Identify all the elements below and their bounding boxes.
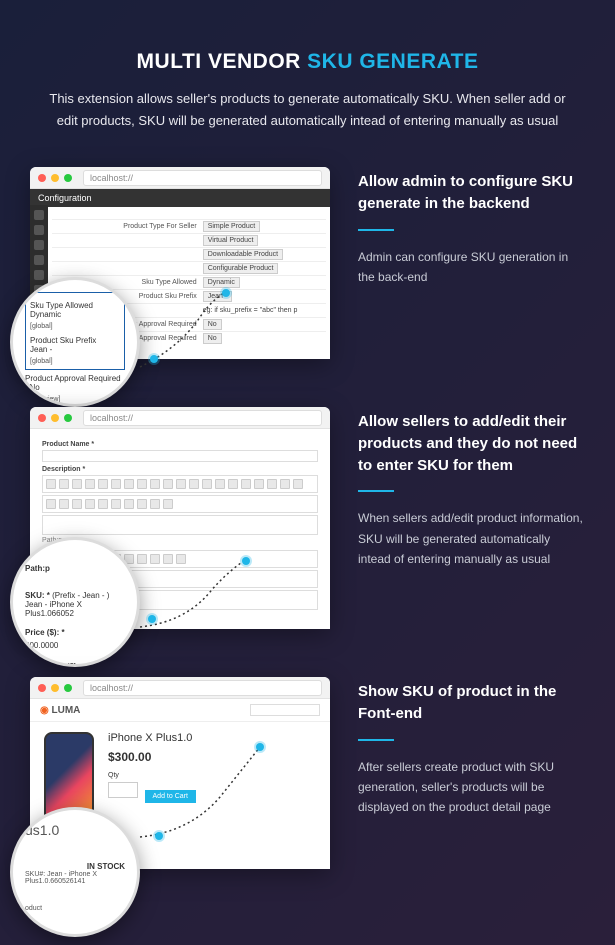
product-price: $300.00: [108, 750, 196, 764]
feature-row-1: localhost:// Configuration Product Type …: [30, 167, 585, 359]
admin-title: Configuration: [30, 189, 330, 207]
browser-bar: localhost://: [30, 407, 330, 429]
thumb-seller-editor: localhost:// Product Name * Description …: [30, 407, 330, 629]
thumb-frontend: localhost:// ◉ LUMA iPhone X Plus1.0 $30…: [30, 677, 330, 869]
search-box: [250, 704, 320, 716]
sku-label: SKU#: Jean - iPhone X Plus1.0.660526141: [25, 871, 125, 885]
page-subtitle: This extension allows seller's products …: [30, 88, 585, 132]
window-min-dot: [51, 174, 59, 182]
feature-row-3: localhost:// ◉ LUMA iPhone X Plus1.0 $30…: [30, 677, 585, 869]
feature-heading-3: Show SKU of product in the Font-end: [358, 681, 585, 725]
thumb-admin-config: localhost:// Configuration Product Type …: [30, 167, 330, 359]
browser-bar: localhost://: [30, 677, 330, 699]
feature-body-1: Admin can configure SKU generation in th…: [358, 247, 585, 288]
window-min-dot: [51, 684, 59, 692]
qty-input: [108, 782, 138, 798]
magnifier-2: Path:p SKU: * (Prefix - Jean - ) Jean - …: [10, 537, 140, 667]
window-max-dot: [64, 684, 72, 692]
feature-body-2: When sellers add/edit product informatio…: [358, 508, 585, 569]
page-title: MULTI VENDOR SKU GENERATE: [30, 50, 585, 74]
editor-toolbar-2: [42, 495, 318, 513]
title-part2: SKU GENERATE: [307, 50, 478, 73]
window-min-dot: [51, 414, 59, 422]
store-header: ◉ LUMA: [30, 699, 330, 722]
divider-icon: [358, 739, 394, 741]
window-close-dot: [38, 684, 46, 692]
divider-icon: [358, 490, 394, 492]
name-input: [42, 450, 318, 462]
editor-toolbar: [42, 475, 318, 493]
divider-icon: [358, 229, 394, 231]
stock-status: IN STOCK: [25, 862, 125, 871]
feature-text-3: Show SKU of product in the Font-end Afte…: [358, 677, 585, 869]
feature-text-2: Allow sellers to add/edit their products…: [358, 407, 585, 629]
magnifier-3: us1.0 IN STOCK SKU#: Jean - iPhone X Plu…: [10, 807, 140, 937]
product-name: iPhone X Plus1.0: [108, 732, 196, 744]
feature-heading-2: Allow sellers to add/edit their products…: [358, 411, 585, 476]
window-close-dot: [38, 174, 46, 182]
address-bar: localhost://: [83, 680, 322, 696]
title-part1: MULTI VENDOR: [137, 50, 308, 73]
feature-heading-1: Allow admin to configure SKU generate in…: [358, 171, 585, 215]
add-to-cart-button: Add to Cart: [145, 790, 196, 803]
page-header: MULTI VENDOR SKU GENERATE This extension…: [30, 50, 585, 132]
feature-text-1: Allow admin to configure SKU generate in…: [358, 167, 585, 359]
window-max-dot: [64, 414, 72, 422]
brand-logo: ◉ LUMA: [40, 705, 80, 716]
connector-dot: [150, 355, 158, 363]
mag-title: us1.0: [25, 822, 125, 838]
browser-bar: localhost://: [30, 167, 330, 189]
desc-textarea: [42, 515, 318, 535]
magnifier-1: Sku Type Allowed Dynamic [global] Produc…: [10, 277, 140, 407]
window-max-dot: [64, 174, 72, 182]
feature-body-3: After sellers create product with SKU ge…: [358, 757, 585, 818]
feature-row-2: localhost:// Product Name * Description …: [30, 407, 585, 629]
window-close-dot: [38, 414, 46, 422]
address-bar: localhost://: [83, 170, 322, 186]
address-bar: localhost://: [83, 410, 322, 426]
